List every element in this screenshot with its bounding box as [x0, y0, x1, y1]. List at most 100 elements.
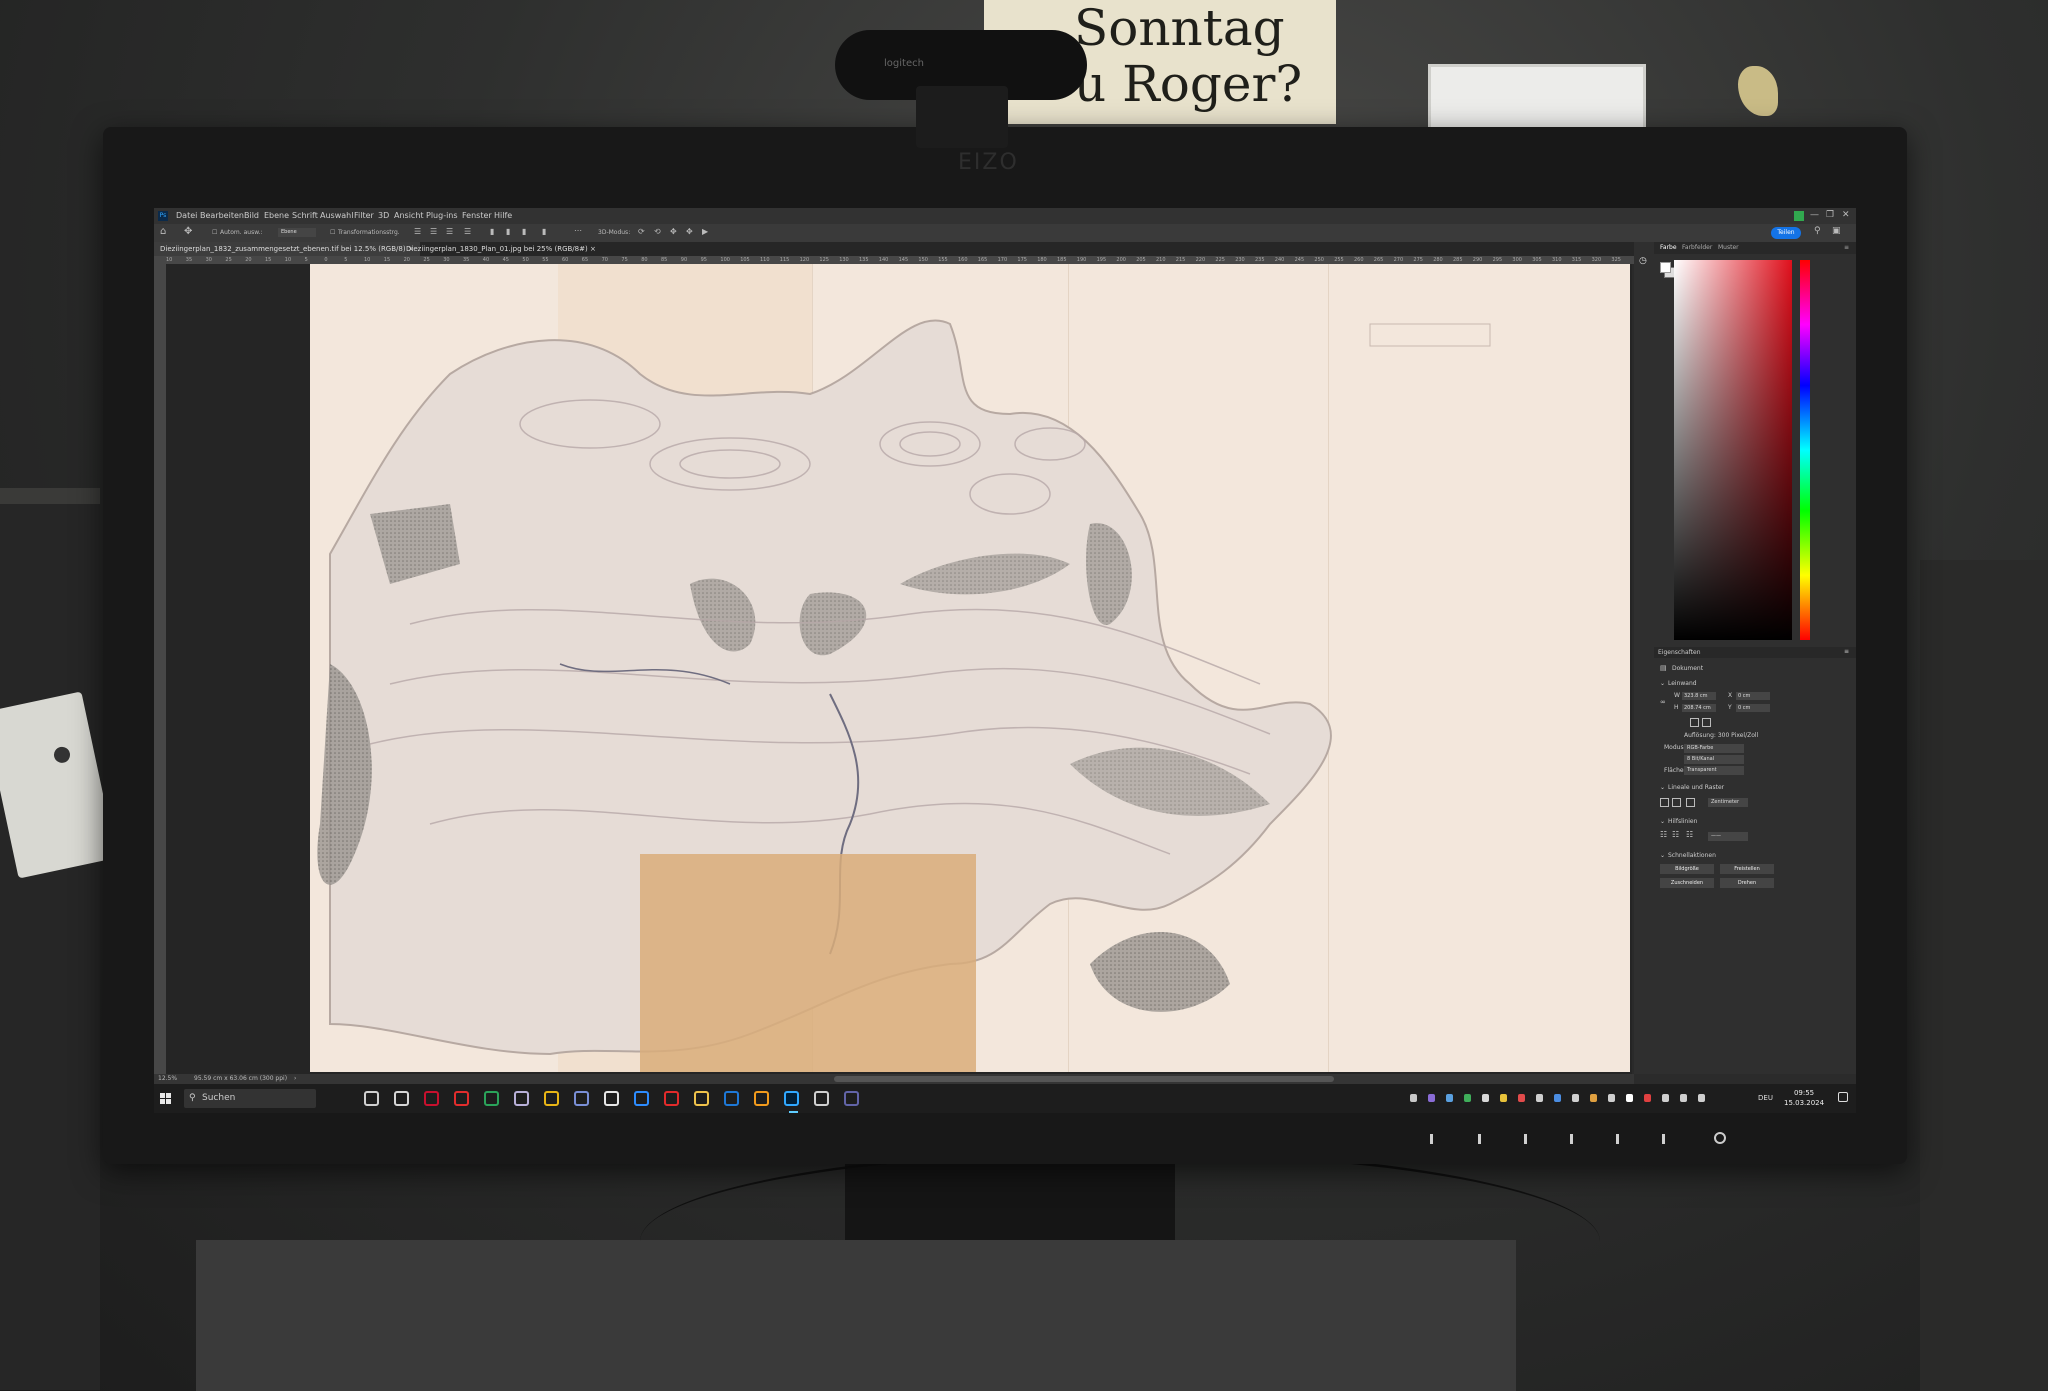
move-tool-icon[interactable]: ✥: [184, 226, 192, 237]
tray-app-icon[interactable]: [1698, 1094, 1705, 1102]
rotate-button[interactable]: Drehen: [1720, 878, 1774, 888]
align-bottom-icon[interactable]: ▮: [522, 227, 526, 236]
workspace-icon[interactable]: ▣: [1832, 226, 1841, 236]
windows-start-icon[interactable]: [160, 1093, 172, 1105]
zoom-icon[interactable]: [634, 1091, 649, 1106]
bit-depth-dropdown[interactable]: 8 Bit/Kanal: [1684, 755, 1744, 764]
menu-ansicht[interactable]: Ansicht: [394, 211, 424, 220]
grid-icon[interactable]: [1672, 798, 1681, 807]
menu-bild[interactable]: Bild: [244, 211, 259, 220]
hue-slider[interactable]: [1800, 260, 1810, 640]
tray-app-icon[interactable]: [1500, 1094, 1507, 1102]
chevron-down-icon[interactable]: ⌄: [1660, 852, 1665, 859]
map-document[interactable]: [310, 264, 1630, 1072]
menu-fenster[interactable]: Fenster: [462, 211, 492, 220]
outlook-icon[interactable]: [724, 1091, 739, 1106]
tab-document-1[interactable]: Dieziingerplan_1832_zusammengesetzt_eben…: [154, 242, 420, 256]
tray-app-icon[interactable]: [1572, 1094, 1579, 1102]
language-indicator[interactable]: DEU: [1758, 1094, 1773, 1102]
ruler-icon[interactable]: [1660, 798, 1669, 807]
ruler-unit-dropdown[interactable]: Zentimeter: [1708, 798, 1748, 807]
link-icon[interactable]: ∞: [1660, 698, 1666, 706]
menu-plugins[interactable]: Plug-ins: [426, 211, 458, 220]
pixel-grid-icon[interactable]: [1686, 798, 1695, 807]
tab-close-icon[interactable]: ×: [590, 245, 596, 253]
search-icon[interactable]: ⚲: [1814, 226, 1821, 236]
distribute-icon[interactable]: ☰: [464, 227, 471, 236]
zoom-level[interactable]: 12.5%: [158, 1075, 177, 1082]
tray-app-icon[interactable]: [1428, 1094, 1435, 1102]
tab-farbe[interactable]: Farbe: [1660, 244, 1677, 251]
3d-slide-icon[interactable]: ✥: [686, 227, 693, 236]
3d-orbit-icon[interactable]: ⟳: [638, 227, 645, 236]
monitor-button[interactable]: [1478, 1134, 1481, 1144]
app-red-icon[interactable]: [424, 1091, 439, 1106]
align-middle-icon[interactable]: ▮: [506, 227, 510, 236]
app-lock-icon[interactable]: [574, 1091, 589, 1106]
more-options-icon[interactable]: ⋯: [574, 226, 582, 235]
panel-menu-icon[interactable]: ≡: [1844, 648, 1849, 655]
share-button[interactable]: Teilen: [1771, 227, 1801, 239]
app-c-icon[interactable]: [454, 1091, 469, 1106]
3d-roll-icon[interactable]: ⟲: [654, 227, 661, 236]
home-icon[interactable]: ⌂: [160, 226, 166, 237]
cloud-status-icon[interactable]: [1794, 211, 1804, 221]
tray-app-icon[interactable]: [1518, 1094, 1525, 1102]
transform-checkbox[interactable]: ☐: [330, 229, 335, 236]
monitor-button[interactable]: [1524, 1134, 1527, 1144]
tray-app-icon[interactable]: [1464, 1094, 1471, 1102]
align-right-icon[interactable]: ☰: [446, 227, 453, 236]
explorer-icon[interactable]: [694, 1091, 709, 1106]
minimize-icon[interactable]: —: [1810, 210, 1819, 220]
tray-app-icon[interactable]: [1608, 1094, 1615, 1102]
menu-datei[interactable]: Datei: [176, 211, 197, 220]
height-field[interactable]: 208.74 cm: [1682, 704, 1716, 712]
trim-button[interactable]: Zuschneiden: [1660, 878, 1714, 888]
menu-hilfe[interactable]: Hilfe: [494, 211, 512, 220]
mode-dropdown[interactable]: RGB-Farbe: [1684, 744, 1744, 753]
app-doc-icon[interactable]: [394, 1091, 409, 1106]
app-green-icon[interactable]: [484, 1091, 499, 1106]
foreground-color-swatch[interactable]: [1660, 262, 1671, 273]
menu-3d[interactable]: 3D: [378, 211, 389, 220]
photoshop-icon[interactable]: [784, 1091, 799, 1113]
panel-menu-icon[interactable]: ≡: [1844, 244, 1849, 251]
history-icon[interactable]: ◷: [1639, 256, 1647, 266]
status-arrow-icon[interactable]: ›: [294, 1075, 296, 1082]
chevron-down-icon[interactable]: ⌄: [1660, 784, 1665, 791]
bridge-icon[interactable]: [814, 1091, 829, 1106]
guide-style-dropdown[interactable]: ——: [1708, 832, 1748, 841]
auto-select-checkbox[interactable]: ☐: [212, 229, 217, 236]
3d-pan-icon[interactable]: ✥: [670, 227, 677, 236]
teams-icon[interactable]: [844, 1091, 859, 1106]
task-view-icon[interactable]: [364, 1091, 379, 1106]
tray-app-icon[interactable]: [1482, 1094, 1489, 1102]
tab-document-2[interactable]: Dieziingerplan_1830_Plan_01.jpg bei 25% …: [400, 242, 602, 256]
y-field[interactable]: 0 cm: [1736, 704, 1770, 712]
chrome-icon[interactable]: [544, 1091, 559, 1106]
chevron-down-icon[interactable]: ⌄: [1660, 818, 1665, 825]
tray-app-icon[interactable]: [1554, 1094, 1561, 1102]
tray-app-icon[interactable]: [1644, 1094, 1651, 1102]
free-transform-button[interactable]: Freistellen: [1720, 864, 1774, 874]
x-field[interactable]: 0 cm: [1736, 692, 1770, 700]
menu-schrift[interactable]: Schrift: [292, 211, 318, 220]
tab-farbfelder[interactable]: Farbfelder: [1682, 244, 1712, 251]
menu-auswahl[interactable]: Auswahl: [320, 211, 353, 220]
vlc-icon[interactable]: [754, 1091, 769, 1106]
align-top-icon[interactable]: ▮: [490, 227, 494, 236]
distribute-vertical-icon[interactable]: ▮: [542, 227, 546, 236]
tray-app-icon[interactable]: [1662, 1094, 1669, 1102]
width-field[interactable]: 323.8 cm: [1682, 692, 1716, 700]
restore-icon[interactable]: ❐: [1826, 210, 1834, 220]
taskbar-clock[interactable]: 09:55 15.03.2024: [1784, 1088, 1824, 1108]
monitor-button[interactable]: [1616, 1134, 1619, 1144]
tray-app-icon[interactable]: [1410, 1094, 1417, 1102]
guide-layout-icon[interactable]: ☷: [1660, 830, 1667, 839]
fill-dropdown[interactable]: Transparent: [1684, 766, 1744, 775]
menu-filter[interactable]: Filter: [354, 211, 374, 220]
taskbar-search[interactable]: ⚲ Suchen: [184, 1089, 316, 1108]
landscape-icon[interactable]: [1702, 718, 1711, 727]
tray-app-icon[interactable]: [1590, 1094, 1597, 1102]
chevron-down-icon[interactable]: ⌄: [1660, 680, 1665, 687]
